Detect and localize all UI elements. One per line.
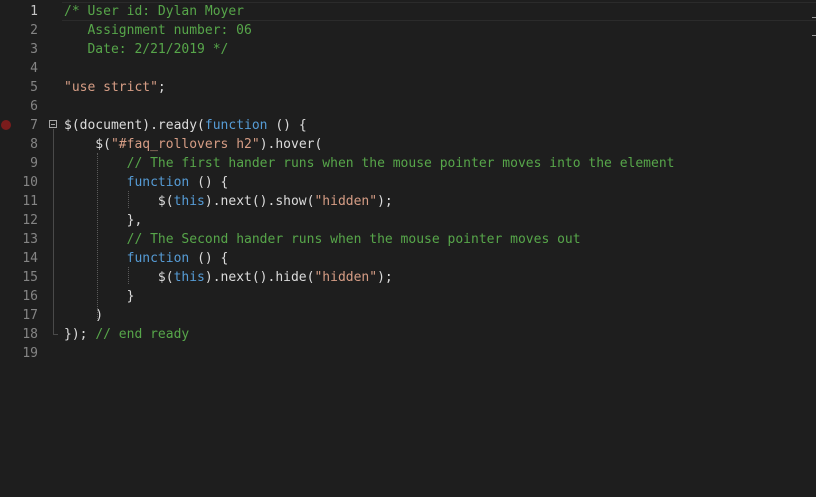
code-token: } bbox=[64, 289, 135, 304]
line-number: 1 bbox=[30, 4, 38, 19]
code-token: this bbox=[173, 270, 205, 285]
code-line[interactable]: 19 bbox=[0, 344, 816, 363]
line-number: 6 bbox=[30, 99, 38, 114]
code-token: /* User id: Dylan Moyer bbox=[64, 4, 245, 19]
line-code: // The Second hander runs when the mouse… bbox=[64, 230, 581, 249]
line-code: $(document).ready(function () { bbox=[64, 116, 307, 135]
line-code: Assignment number: 06 bbox=[64, 21, 252, 40]
code-token: () { bbox=[189, 175, 229, 190]
code-token: ).next().show( bbox=[204, 194, 315, 209]
code-token: }, bbox=[64, 213, 143, 228]
line-number: 3 bbox=[30, 42, 38, 57]
line-number: 7 bbox=[30, 118, 38, 133]
line-number: 13 bbox=[22, 232, 38, 247]
line-code: } bbox=[64, 287, 135, 306]
code-line[interactable]: 9 // The first hander runs when the mous… bbox=[0, 154, 816, 173]
code-token: this bbox=[173, 194, 205, 209]
code-line[interactable]: 16 } bbox=[0, 287, 816, 306]
line-number: 4 bbox=[30, 61, 38, 76]
code-line[interactable]: 1 /* User id: Dylan Moyer bbox=[0, 2, 816, 21]
code-token: ); bbox=[377, 194, 393, 209]
line-code: $(this).next().hide("hidden"); bbox=[64, 268, 393, 287]
line-number: 12 bbox=[22, 213, 38, 228]
line-number: 8 bbox=[30, 137, 38, 152]
code-line[interactable]: 2 Assignment number: 06 bbox=[0, 21, 816, 40]
code-line[interactable]: 14 function () { bbox=[0, 249, 816, 268]
line-number: 18 bbox=[22, 327, 38, 342]
code-editor[interactable]: 1 /* User id: Dylan Moyer 2 Assignment num… bbox=[0, 0, 816, 497]
code-token: $(document).ready( bbox=[64, 118, 205, 133]
code-line[interactable]: 8 $("#faq_rollovers h2").hover( bbox=[0, 135, 816, 154]
code-line[interactable]: 11 $(this).next().show("hidden"); bbox=[0, 192, 816, 211]
code-token: Assignment number: 06 bbox=[64, 23, 252, 38]
line-number: 5 bbox=[30, 80, 38, 95]
code-token: "#faq_rollovers h2" bbox=[110, 137, 260, 152]
code-token: function bbox=[126, 251, 190, 266]
code-token: () { bbox=[189, 251, 229, 266]
line-code: "use strict"; bbox=[64, 78, 166, 97]
code-line[interactable]: 10 function () { bbox=[0, 173, 816, 192]
code-line[interactable]: 17 ) bbox=[0, 306, 816, 325]
line-number: 14 bbox=[22, 251, 38, 266]
code-line[interactable]: 18}); // end ready bbox=[0, 325, 816, 344]
code-token: ) bbox=[64, 308, 104, 323]
line-code: ) bbox=[64, 306, 103, 325]
code-token: // The first hander runs when the mouse … bbox=[126, 156, 675, 171]
line-number: 11 bbox=[22, 194, 38, 209]
line-number: 2 bbox=[30, 23, 38, 38]
code-token: function bbox=[126, 175, 190, 190]
code-line[interactable]: 15 $(this).next().hide("hidden"); bbox=[0, 268, 816, 287]
line-code: $("#faq_rollovers h2").hover( bbox=[64, 135, 322, 154]
line-code: }); // end ready bbox=[64, 325, 189, 344]
code-token: "hidden" bbox=[314, 194, 378, 209]
code-token: () { bbox=[267, 118, 307, 133]
line-code: $(this).next().show("hidden"); bbox=[64, 192, 393, 211]
line-code: }, bbox=[64, 211, 143, 230]
line-number: 19 bbox=[22, 346, 38, 361]
code-line[interactable]: 6 bbox=[0, 97, 816, 116]
line-code: // The first hander runs when the mouse … bbox=[64, 154, 675, 173]
line-code: function () { bbox=[64, 249, 229, 268]
code-line[interactable]: 7 $(document).ready(function () { bbox=[0, 116, 816, 135]
code-token: "hidden" bbox=[314, 270, 378, 285]
code-token: ).hover( bbox=[259, 137, 323, 152]
line-number: 15 bbox=[22, 270, 38, 285]
code-line[interactable]: 13 // The Second hander runs when the mo… bbox=[0, 230, 816, 249]
code-token: $( bbox=[64, 137, 111, 152]
line-number: 16 bbox=[22, 289, 38, 304]
line-number: 9 bbox=[30, 156, 38, 171]
code-token: ; bbox=[157, 80, 166, 95]
code-token: $( bbox=[64, 270, 174, 285]
code-token: }); bbox=[64, 327, 96, 342]
line-number: 10 bbox=[22, 175, 38, 190]
line-code: function () { bbox=[64, 173, 229, 192]
code-line[interactable]: 5 "use strict"; bbox=[0, 78, 816, 97]
line-number: 17 bbox=[22, 308, 38, 323]
line-code: Date: 2/21/2019 */ bbox=[64, 40, 228, 59]
code-token: function bbox=[204, 118, 268, 133]
code-token: Date: 2/21/2019 */ bbox=[64, 42, 229, 57]
code-token: "use strict" bbox=[64, 80, 158, 95]
code-token: // end ready bbox=[95, 327, 190, 342]
code-token: ); bbox=[377, 270, 393, 285]
code-line[interactable]: 12 }, bbox=[0, 211, 816, 230]
code-line[interactable]: 3 Date: 2/21/2019 */ bbox=[0, 40, 816, 59]
code-token: ).next().hide( bbox=[204, 270, 315, 285]
code-token: $( bbox=[64, 194, 174, 209]
line-code: /* User id: Dylan Moyer bbox=[64, 2, 244, 21]
code-token: // The Second hander runs when the mouse… bbox=[126, 232, 581, 247]
code-line[interactable]: 4 bbox=[0, 59, 816, 78]
